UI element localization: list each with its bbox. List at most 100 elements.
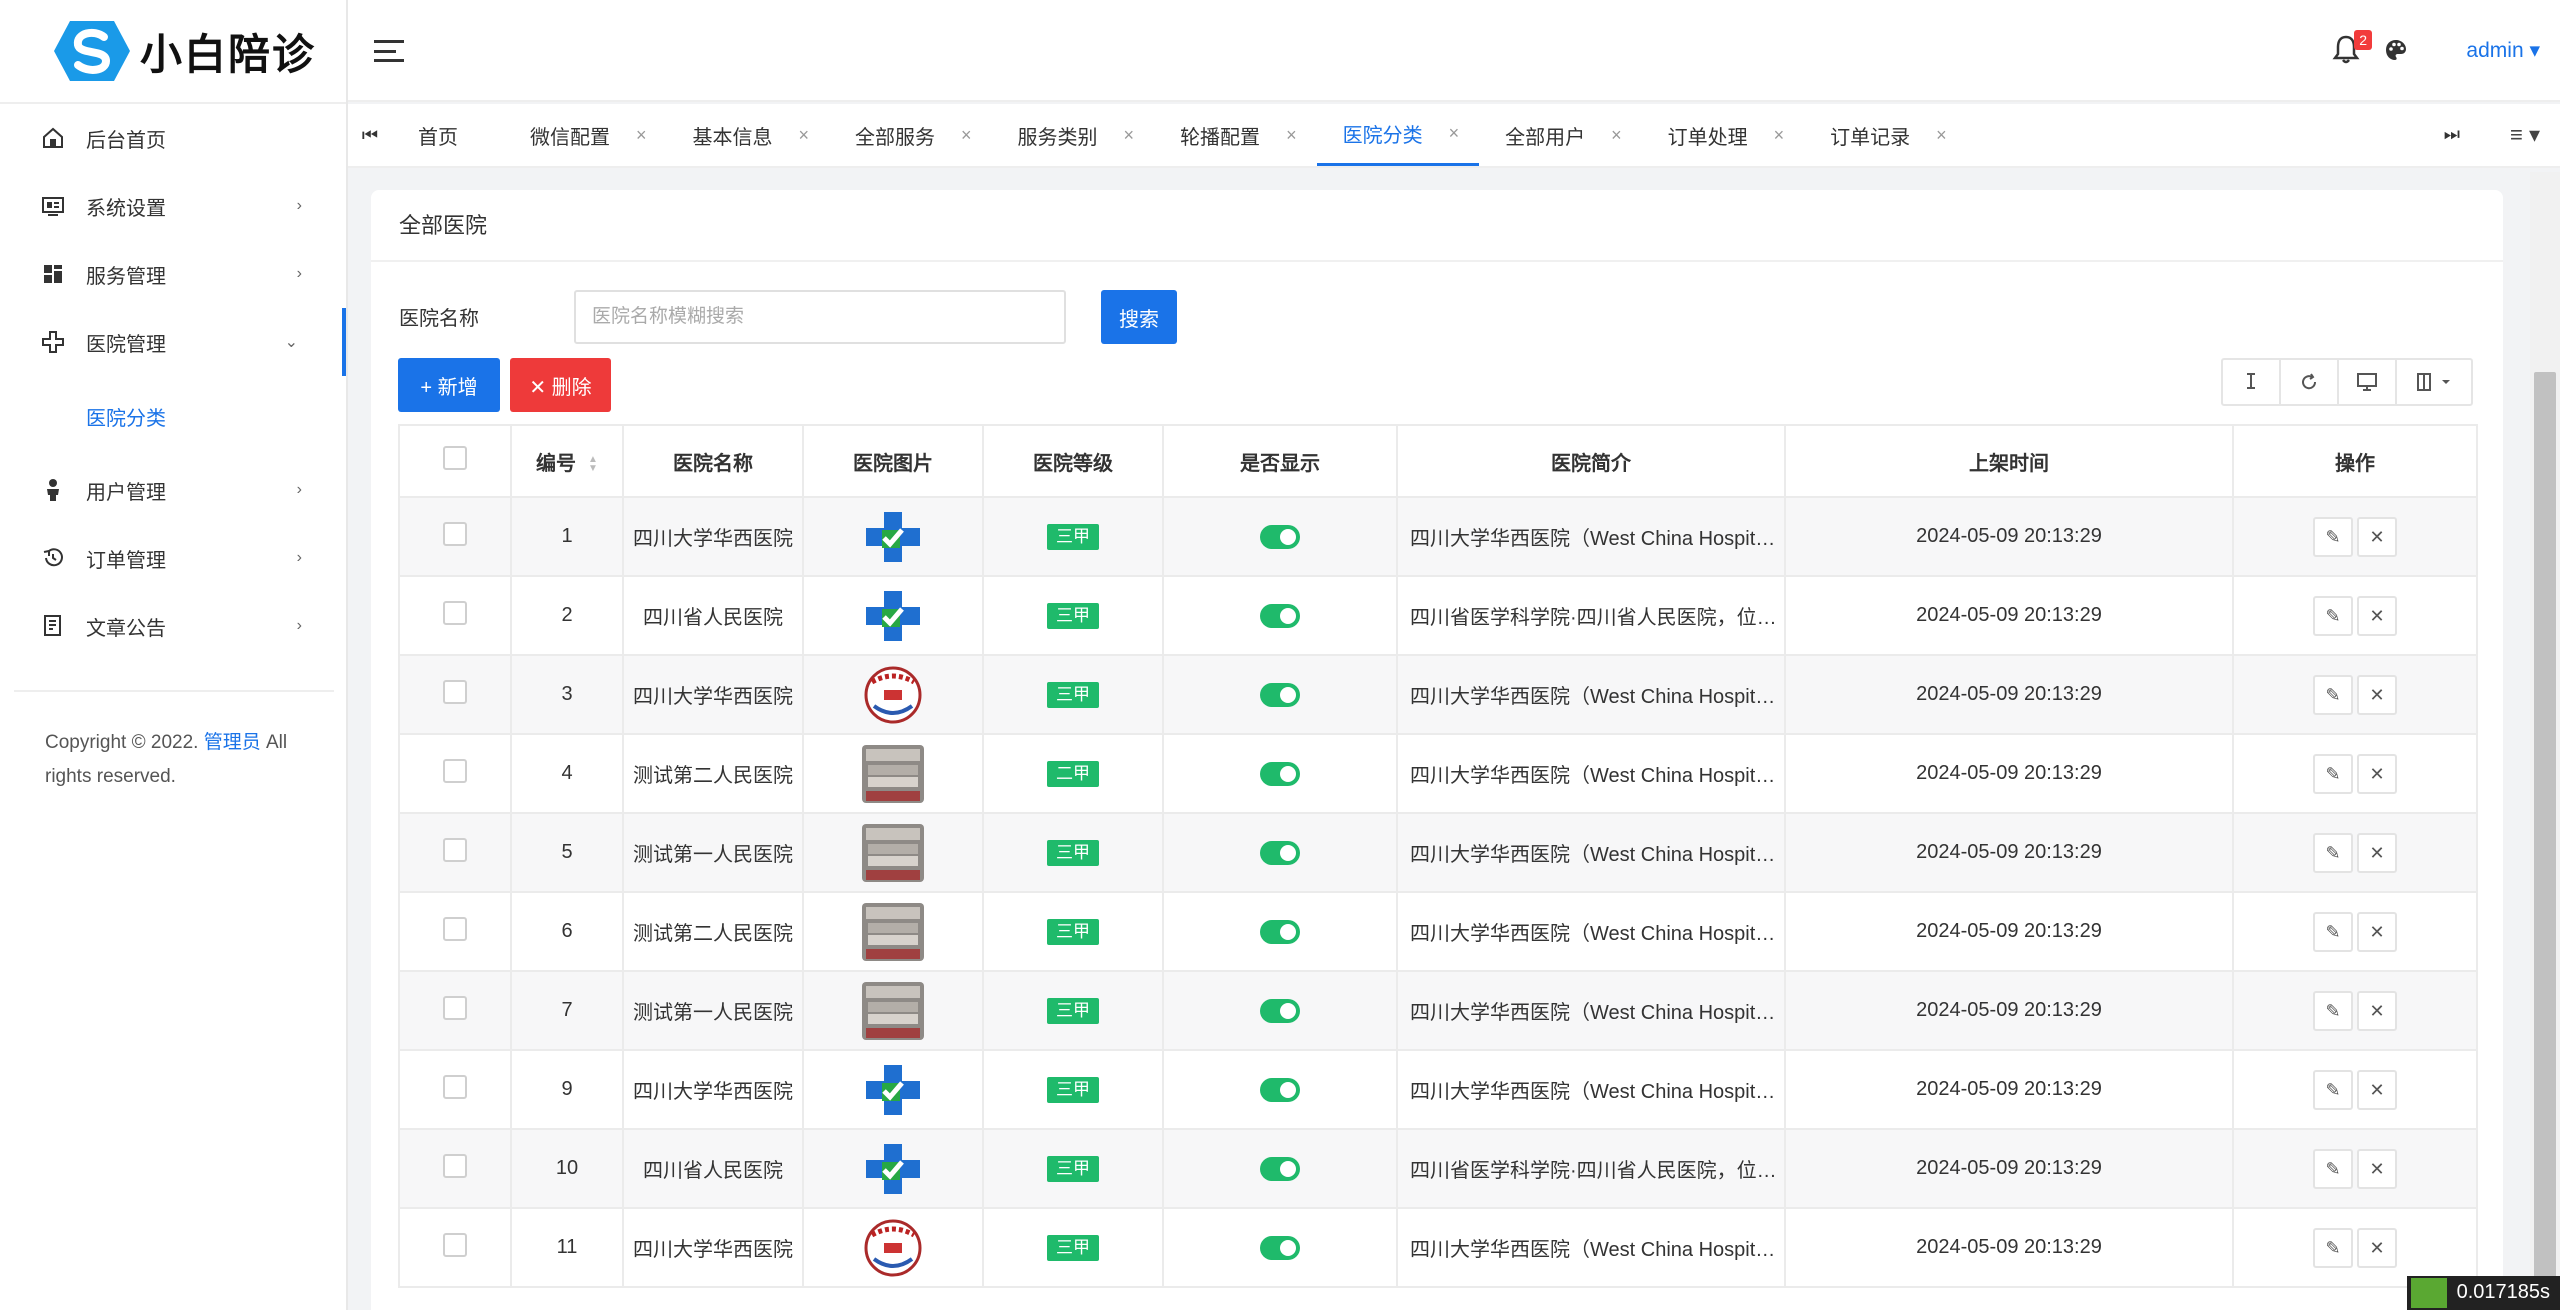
sidebar-item[interactable]: 服务管理 ›: [0, 240, 346, 308]
add-button[interactable]: + 新增: [398, 358, 500, 412]
row-checkbox[interactable]: [443, 1153, 467, 1178]
scrollbar-thumb[interactable]: [2534, 372, 2556, 1310]
edit-icon[interactable]: ✎: [2313, 832, 2353, 873]
page-scrollbar[interactable]: [2530, 172, 2560, 1310]
close-icon[interactable]: ×: [1611, 125, 1622, 146]
row-checkbox[interactable]: [443, 521, 467, 546]
table-row[interactable]: 9 四川大学华西医院 三甲 四川大学华西医院（West China Hospital …: [398, 1049, 2478, 1130]
visibility-toggle[interactable]: [1260, 840, 1300, 865]
sidebar-item[interactable]: 后台首页: [0, 104, 346, 172]
table-row[interactable]: 2四川省人民医院 三甲 四川省医学科学院·四川省人民医院，位于成都市2024-05-…: [398, 575, 2478, 656]
sidebar-item[interactable]: 医院管理 ⌄: [0, 308, 346, 376]
row-checkbox[interactable]: [443, 995, 467, 1020]
row-checkbox[interactable]: [443, 1074, 467, 1099]
delete-button[interactable]: ✕ 删除: [510, 358, 611, 412]
admin-link[interactable]: 管理员: [204, 732, 261, 753]
visibility-toggle[interactable]: [1260, 1235, 1300, 1260]
delete-row-icon[interactable]: ✕: [2357, 1148, 2397, 1189]
tab[interactable]: 基本信息 ×: [667, 104, 830, 166]
palette-icon[interactable]: [2384, 38, 2408, 62]
sort-icon[interactable]: ▲ ▼: [588, 455, 598, 474]
close-icon[interactable]: ×: [1774, 125, 1785, 146]
delete-row-icon[interactable]: ✕: [2357, 674, 2397, 715]
sidebar-item[interactable]: 系统设置 ›: [0, 172, 346, 240]
tab[interactable]: 轮播配置 ×: [1154, 104, 1317, 166]
visibility-toggle[interactable]: [1260, 603, 1300, 628]
visibility-toggle[interactable]: [1260, 998, 1300, 1023]
hospital-image[interactable]: [862, 902, 924, 961]
sidebar-item[interactable]: 用户管理 ›: [0, 456, 346, 524]
search-button[interactable]: 搜索: [1101, 290, 1177, 344]
edit-icon[interactable]: ✎: [2313, 516, 2353, 557]
columns-icon[interactable]: [2397, 360, 2471, 404]
app-logo[interactable]: 小白陪诊: [0, 0, 346, 104]
table-row[interactable]: 11 四川大学华西医院 三甲 四川大学华西医院（West China Hospital…: [398, 1207, 2478, 1288]
delete-row-icon[interactable]: ✕: [2357, 832, 2397, 873]
table-row[interactable]: 7 测试第一人民医院 三甲 四川大学华西医院（West China Hospital …: [398, 970, 2478, 1051]
row-checkbox[interactable]: [443, 916, 467, 941]
sidebar-item[interactable]: 文章公告 ›: [0, 592, 346, 660]
close-icon[interactable]: ×: [961, 125, 972, 146]
sidebar-item[interactable]: 订单管理 ›: [0, 524, 346, 592]
visibility-toggle[interactable]: [1260, 919, 1300, 944]
hospital-image[interactable]: [862, 981, 924, 1040]
visibility-toggle[interactable]: [1260, 1156, 1300, 1181]
tab[interactable]: 订单处理 ×: [1642, 104, 1805, 166]
table-row[interactable]: 5 测试第一人民医院 三甲 四川大学华西医院（West China Hospital …: [398, 812, 2478, 893]
user-menu[interactable]: admin ▾: [2466, 38, 2540, 63]
close-icon[interactable]: ×: [1936, 125, 1947, 146]
delete-row-icon[interactable]: ✕: [2357, 990, 2397, 1031]
edit-icon[interactable]: ✎: [2313, 990, 2353, 1031]
tab[interactable]: 首页: [392, 104, 504, 166]
hospital-image[interactable]: [862, 744, 924, 803]
tab[interactable]: 全部服务 ×: [829, 104, 992, 166]
hospital-image[interactable]: [862, 1143, 924, 1194]
hospital-image[interactable]: [862, 823, 924, 882]
search-toggle-icon[interactable]: [2223, 360, 2281, 404]
menu-toggle-icon[interactable]: [374, 40, 404, 62]
table-row[interactable]: 4 测试第二人民医院 二甲 四川大学华西医院（West China Hospital …: [398, 733, 2478, 814]
tab-next-icon[interactable]: ⏭: [2444, 124, 2460, 145]
edit-icon[interactable]: ✎: [2313, 753, 2353, 794]
refresh-icon[interactable]: [2281, 360, 2339, 404]
close-icon[interactable]: ×: [636, 125, 647, 146]
tab[interactable]: 服务类别 ×: [992, 104, 1155, 166]
delete-row-icon[interactable]: ✕: [2357, 516, 2397, 557]
tab-options-icon[interactable]: ≡ ▾: [2510, 122, 2540, 148]
edit-icon[interactable]: ✎: [2313, 674, 2353, 715]
table-row[interactable]: 1 四川大学华西医院 三甲 四川大学华西医院（West China Hospital …: [398, 496, 2478, 577]
hospital-image[interactable]: [862, 1219, 924, 1276]
close-icon[interactable]: ×: [799, 125, 810, 146]
delete-row-icon[interactable]: ✕: [2357, 911, 2397, 952]
row-checkbox[interactable]: [443, 837, 467, 862]
delete-row-icon[interactable]: ✕: [2357, 753, 2397, 794]
row-checkbox[interactable]: [443, 1232, 467, 1257]
edit-icon[interactable]: ✎: [2313, 1227, 2353, 1268]
hospital-image[interactable]: [862, 511, 924, 562]
delete-row-icon[interactable]: ✕: [2357, 1227, 2397, 1268]
visibility-toggle[interactable]: [1260, 761, 1300, 786]
visibility-toggle[interactable]: [1260, 1077, 1300, 1102]
hospital-image[interactable]: [862, 590, 924, 641]
search-input[interactable]: [574, 290, 1066, 344]
edit-icon[interactable]: ✎: [2313, 911, 2353, 952]
delete-row-icon[interactable]: ✕: [2357, 1069, 2397, 1110]
close-icon[interactable]: ×: [1124, 125, 1135, 146]
tab-prev-icon[interactable]: ⏮: [348, 104, 392, 166]
table-row[interactable]: 3 四川大学华西医院 三甲 四川大学华西医院（West China Hospital …: [398, 654, 2478, 735]
hospital-image[interactable]: [862, 666, 924, 723]
row-checkbox[interactable]: [443, 600, 467, 625]
edit-icon[interactable]: ✎: [2313, 595, 2353, 636]
row-checkbox[interactable]: [443, 679, 467, 704]
table-row[interactable]: 6 测试第二人民医院 三甲 四川大学华西医院（West China Hospital …: [398, 891, 2478, 972]
display-toggle-icon[interactable]: [2339, 360, 2397, 404]
row-checkbox[interactable]: [443, 758, 467, 783]
close-icon[interactable]: ×: [1449, 123, 1460, 144]
submenu-item-hospital-category[interactable]: 医院分类: [0, 376, 346, 456]
delete-row-icon[interactable]: ✕: [2357, 595, 2397, 636]
tab[interactable]: 订单记录 ×: [1804, 104, 1967, 166]
edit-icon[interactable]: ✎: [2313, 1069, 2353, 1110]
visibility-toggle[interactable]: [1260, 682, 1300, 707]
tab[interactable]: 全部用户 ×: [1479, 104, 1642, 166]
tab[interactable]: 医院分类 ×: [1316, 104, 1480, 166]
